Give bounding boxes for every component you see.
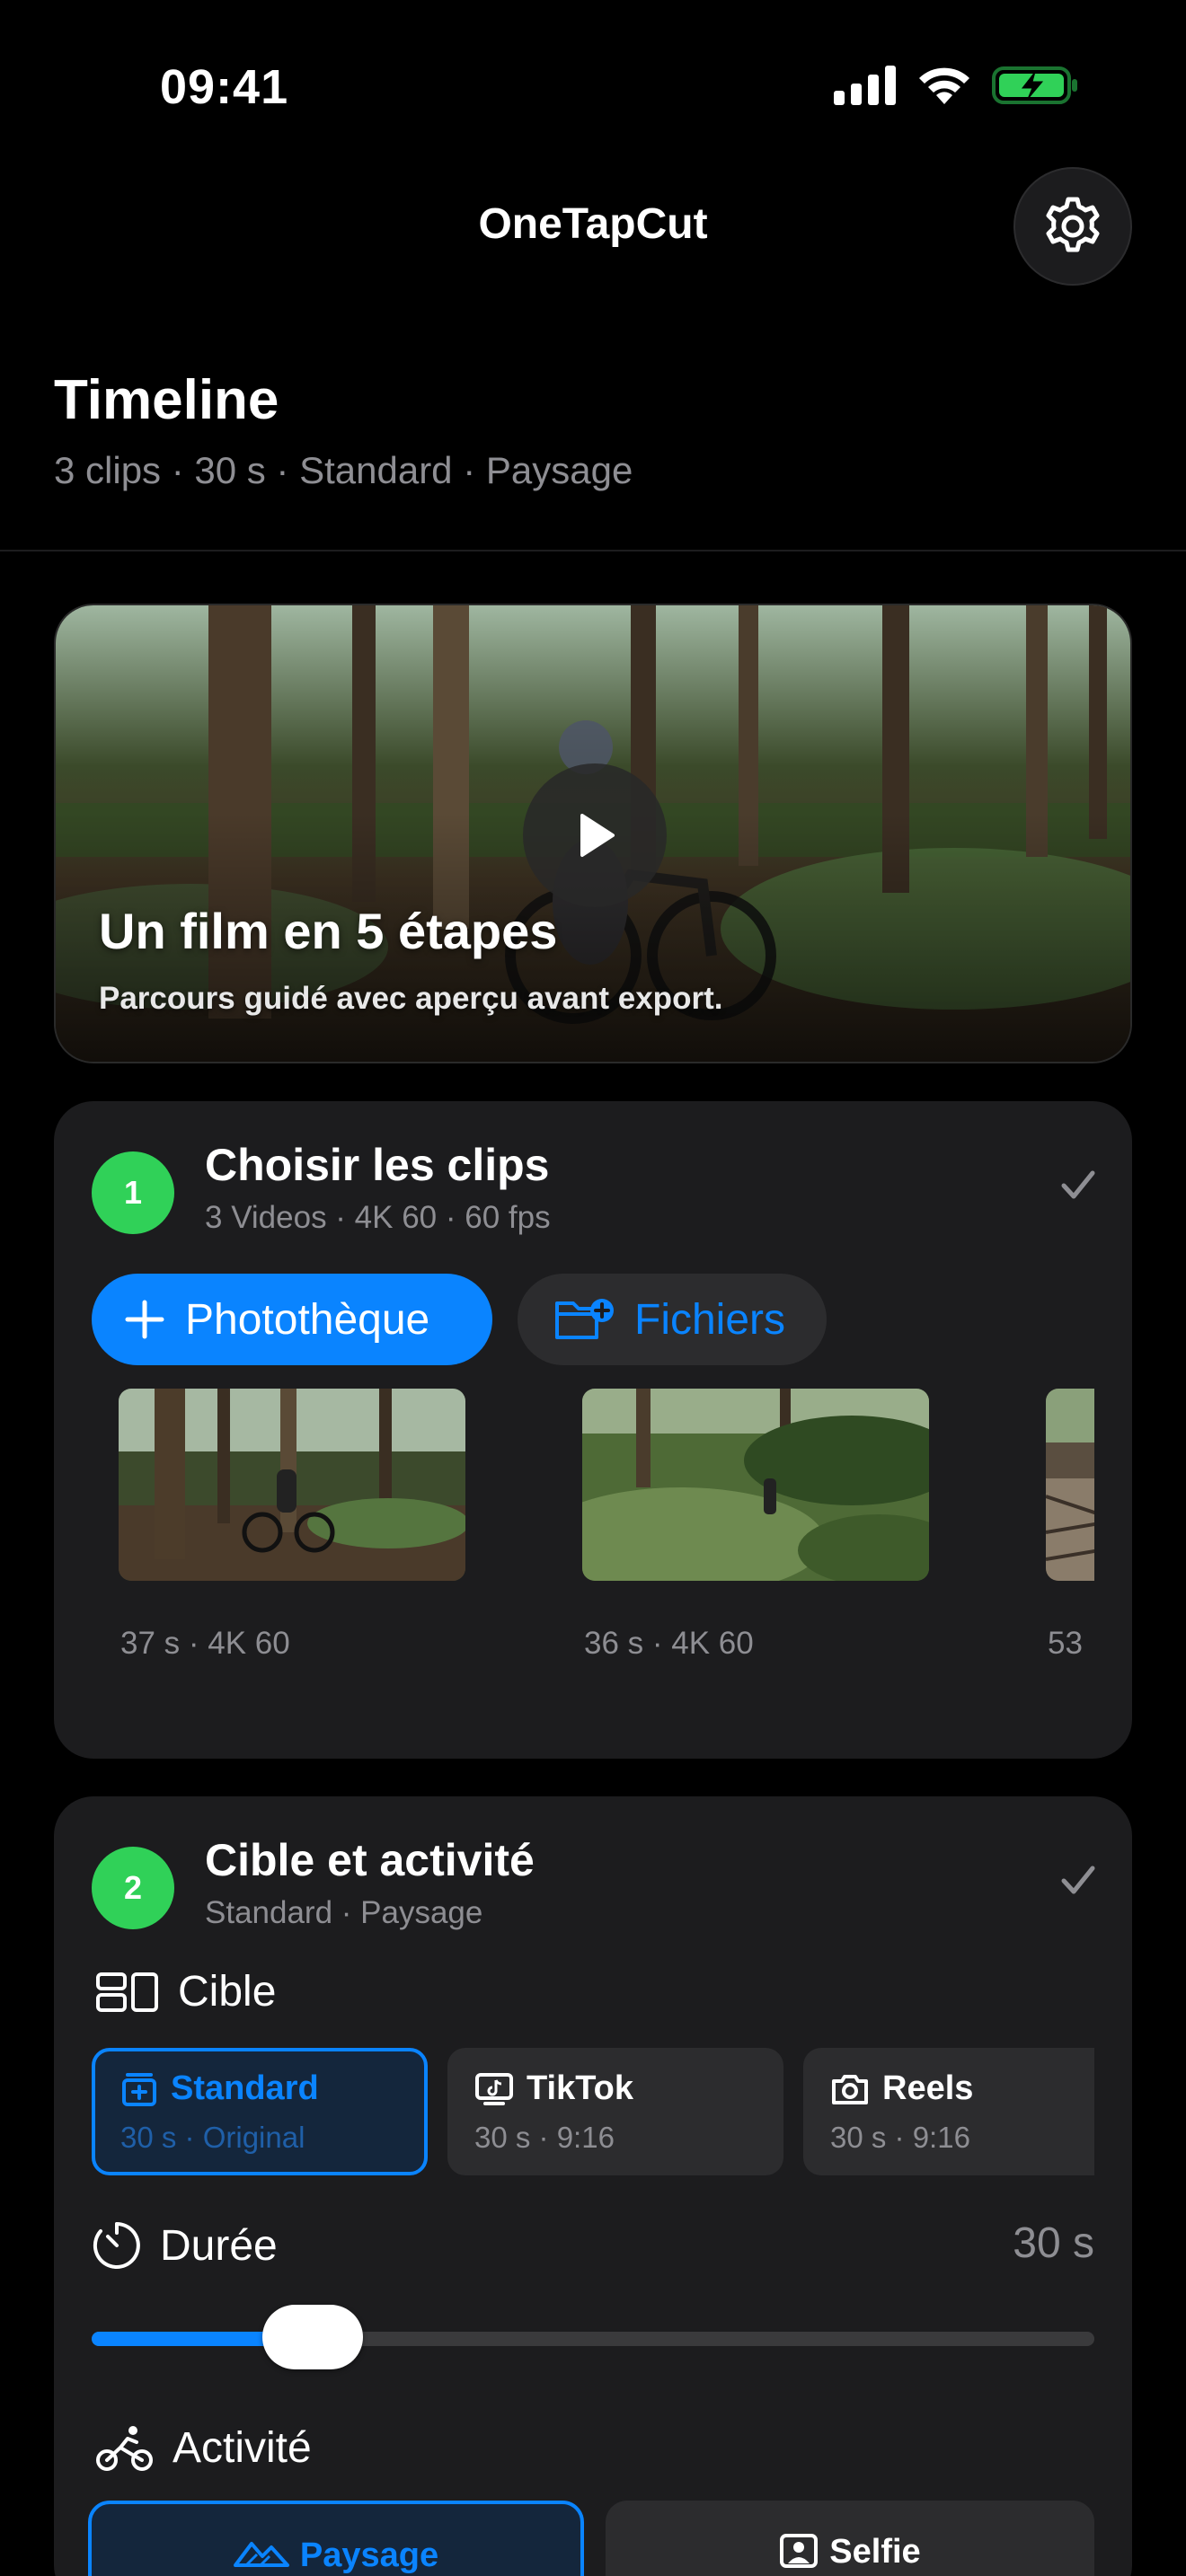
- folder-add-icon: [555, 1299, 614, 1339]
- signal-icon: [834, 66, 896, 105]
- step-subtitle: 3 Videos · 4K 60 · 60 fps: [205, 1200, 551, 1235]
- activity-name: Paysage: [299, 2536, 439, 2574]
- timer-icon: [93, 2222, 140, 2269]
- step-number-badge: 1: [92, 1151, 174, 1234]
- duration-value: 30 s: [1013, 2219, 1094, 2267]
- photo-library-button[interactable]: Photothèque: [92, 1274, 492, 1365]
- gear-icon: [1046, 197, 1100, 252]
- app-title: OneTapCut: [478, 200, 708, 248]
- clip-meta: 37 s · 4K 60: [120, 1626, 290, 1661]
- page-title: Timeline: [54, 369, 279, 431]
- settings-button[interactable]: [1013, 167, 1132, 286]
- files-label: Fichiers: [634, 1295, 786, 1344]
- activity-name: Selfie: [829, 2533, 921, 2571]
- files-button[interactable]: Fichiers: [518, 1274, 827, 1365]
- wifi-icon: [919, 67, 969, 104]
- target-detail: 30 s · Original: [120, 2121, 305, 2154]
- clip-thumbnail: [119, 1389, 465, 1581]
- target-label: Cible: [178, 1968, 277, 2016]
- status-icons: [834, 65, 1078, 106]
- duration-label: Durée: [160, 2221, 278, 2270]
- step-2-card: 2 Cible et activité Standard · Paysage C…: [54, 1796, 1132, 2576]
- activity-section-label: Activité: [95, 2423, 312, 2473]
- hero-subtitle: Parcours guidé avec aperçu avant export.: [99, 981, 723, 1016]
- clip-thumbnail: [1046, 1389, 1094, 1581]
- clip-strip[interactable]: 37 s · 4K 60 36 s · 4K 60 53: [92, 1389, 1094, 1730]
- battery-icon: [992, 66, 1077, 104]
- step-1-card: 1 Choisir les clips 3 Videos · 4K 60 · 6…: [54, 1101, 1132, 1759]
- header-divider: [0, 550, 1186, 551]
- target-detail: 30 s · 9:16: [830, 2121, 970, 2154]
- play-icon: [580, 814, 615, 857]
- clip-meta: 53: [1048, 1626, 1083, 1661]
- hero-banner[interactable]: Un film en 5 étapes Parcours guidé avec …: [54, 604, 1132, 1063]
- target-detail: 30 s · 9:16: [474, 2121, 615, 2154]
- tiktok-icon: [475, 2072, 513, 2105]
- target-name: Reels: [882, 2069, 974, 2107]
- step-title: Choisir les clips: [205, 1140, 550, 1190]
- clip-meta: 36 s · 4K 60: [584, 1626, 754, 1661]
- duration-slider-thumb[interactable]: [261, 2305, 363, 2369]
- step-subtitle: Standard · Paysage: [205, 1895, 483, 1930]
- target-options: Standard 30 s · Original TikTok 30 s · 9…: [92, 2048, 1094, 2175]
- activity-options: Paysage Selfie: [88, 2501, 1094, 2576]
- layout-icon: [96, 1972, 158, 2012]
- target-name: TikTok: [527, 2069, 633, 2107]
- duration-slider[interactable]: [92, 2332, 1094, 2346]
- photo-library-label: Photothèque: [185, 1295, 430, 1344]
- status-time: 09:41: [160, 60, 289, 114]
- target-option-tiktok[interactable]: TikTok 30 s · 9:16: [447, 2048, 783, 2175]
- page-subtitle: 3 clips · 30 s · Standard · Paysage: [54, 449, 633, 491]
- activity-option-selfie[interactable]: Selfie: [606, 2501, 1094, 2576]
- activity-label: Activité: [173, 2424, 312, 2472]
- step-number-badge: 2: [92, 1847, 174, 1929]
- plus-icon: [125, 1300, 164, 1339]
- target-name: Standard: [171, 2069, 319, 2107]
- portrait-icon: [780, 2534, 819, 2568]
- camera-icon: [832, 2074, 868, 2104]
- checkmark-icon: [1061, 1866, 1095, 1894]
- target-option-standard[interactable]: Standard 30 s · Original: [92, 2048, 428, 2175]
- checkmark-icon: [1061, 1170, 1095, 1199]
- target-section-label: Cible: [95, 1967, 276, 2016]
- activity-option-paysage[interactable]: Paysage: [88, 2501, 584, 2576]
- mountains-icon: [233, 2542, 289, 2567]
- play-button[interactable]: [523, 763, 667, 907]
- cycling-icon: [96, 2425, 153, 2471]
- hero-title: Un film en 5 étapes: [99, 903, 558, 959]
- status-bar: 09:41: [0, 0, 1186, 171]
- step-title: Cible et activité: [205, 1835, 535, 1885]
- duration-section-label: Durée: [92, 2220, 278, 2271]
- clip-thumbnail: [582, 1389, 929, 1581]
- film-icon: [122, 2072, 156, 2106]
- target-option-reels[interactable]: Reels 30 s · 9:16: [803, 2048, 1094, 2175]
